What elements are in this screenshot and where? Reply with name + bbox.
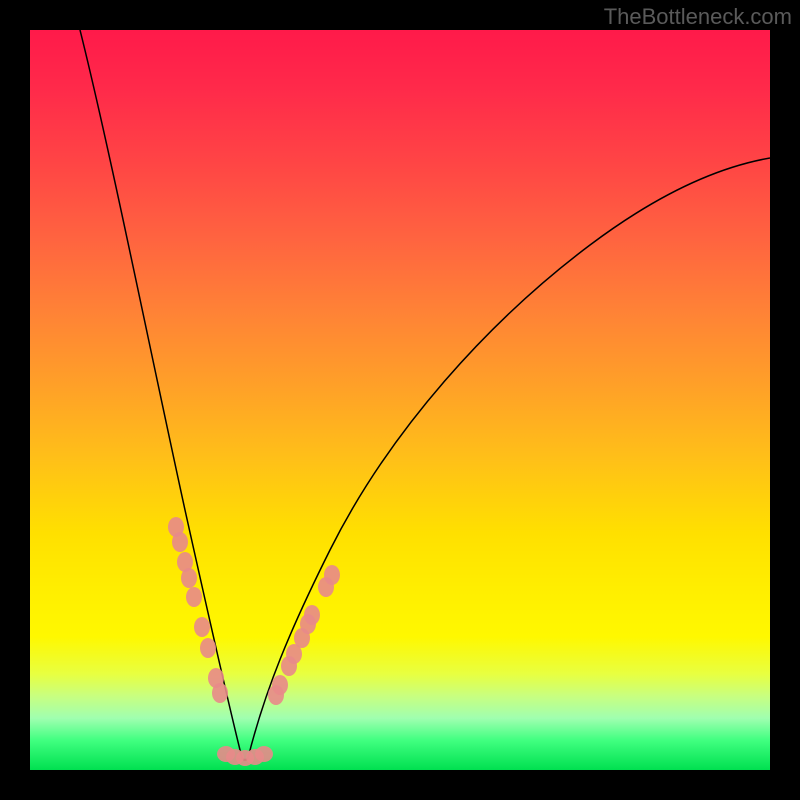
watermark-text: TheBottleneck.com	[604, 4, 792, 30]
plot-area	[30, 30, 770, 770]
data-dot	[212, 683, 228, 703]
data-dot	[186, 587, 202, 607]
data-dot	[172, 532, 188, 552]
curve-right	[248, 158, 770, 758]
chart-container: TheBottleneck.com	[0, 0, 800, 800]
data-dot	[272, 675, 288, 695]
dots-left-group	[168, 517, 228, 703]
data-dot	[304, 605, 320, 625]
curve-left	[80, 30, 242, 758]
data-dot	[194, 617, 210, 637]
chart-svg	[30, 30, 770, 770]
data-dot	[181, 568, 197, 588]
data-dot	[324, 565, 340, 585]
data-dot	[255, 746, 273, 762]
dots-right-group	[268, 565, 340, 705]
data-dot	[200, 638, 216, 658]
dots-bottom-group	[217, 746, 273, 766]
